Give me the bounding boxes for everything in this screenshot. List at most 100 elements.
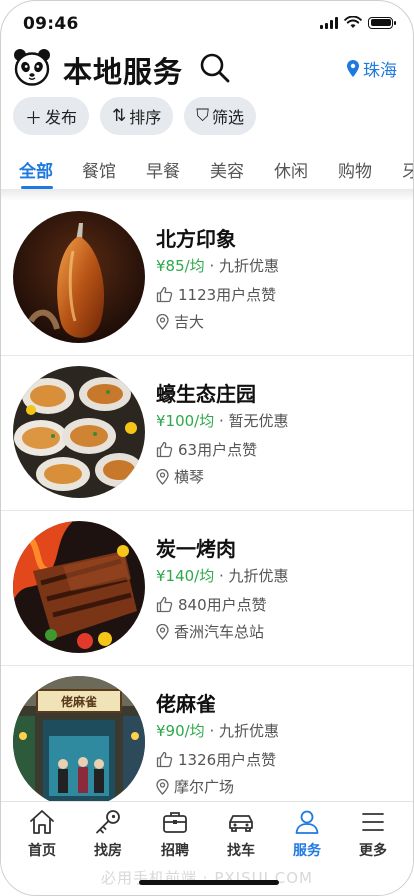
listing-location: 吉大 [174,313,205,331]
thumbs-up-icon [156,441,173,458]
nav-jobs[interactable]: 招聘 [142,808,208,860]
store-sign: 佬麻雀 [60,695,97,709]
separator: · [204,722,219,740]
map-pin-icon [156,468,169,485]
battery-icon [368,16,396,29]
list-item[interactable]: 炭一烤肉 ¥140/均 · 九折优惠 840用户点赞 香洲汽车总站 [1,511,413,666]
listing-price: ¥100/均 [156,412,215,430]
separator: · [214,412,229,430]
signal-icon [320,16,338,29]
listing-offer: 暂无优惠 [228,412,289,430]
likes-row: 63用户点赞 [156,436,289,463]
publish-button[interactable]: ＋ 发布 [13,97,90,135]
price-line: ¥100/均 · 暂无优惠 [156,410,289,436]
tab-leisure[interactable]: 休闲 [274,157,308,182]
map-pin-icon [156,313,169,330]
listing-likes: 840用户点赞 [178,596,267,614]
price-line: ¥90/均 · 九折优惠 [156,720,279,746]
phone-frame: 09:46 本地服务 珠海 ＋ 发布 ⇅ 排序 ⛉ 筛选 全部 餐馆 早餐 美容… [0,0,414,896]
thumbs-up-icon [156,751,173,768]
likes-row: 1123用户点赞 [156,281,279,308]
location-selector[interactable]: 珠海 [347,56,397,81]
likes-row: 1326用户点赞 [156,746,279,773]
nav-find-car[interactable]: 找车 [208,808,274,860]
location-row: 香洲汽车总站 [156,618,289,645]
nav-services[interactable]: 服务 [274,808,340,860]
person-icon [295,810,319,834]
page-title: 本地服务 [63,55,184,89]
listing-likes: 63用户点赞 [178,441,258,459]
panda-logo-icon [14,49,50,86]
action-pills: ＋ 发布 ⇅ 排序 ⛉ 筛选 [13,97,257,135]
list-item[interactable]: 北方印象 ¥85/均 · 九折优惠 1123用户点赞 吉大 [1,201,413,356]
briefcase-icon [163,812,187,833]
nav-find-house-label: 找房 [94,843,122,859]
tab-all[interactable]: 全部 [19,157,53,182]
car-icon [229,815,253,832]
listing-location: 横琴 [174,468,205,486]
app-header: 本地服务 珠海 [1,45,413,91]
tabs-divider [1,189,413,201]
location-label: 珠海 [363,61,397,81]
listing-likes: 1123用户点赞 [178,286,277,304]
storefront-photo: 佬麻雀 [13,676,145,808]
listing-info: 蠔生态庄园 ¥100/均 · 暂无优惠 63用户点赞 横琴 [156,378,289,490]
separator: · [204,257,219,275]
search-icon[interactable] [199,52,231,84]
filter-icon: ⛉ [196,106,210,126]
listing-name: 炭一烤肉 [156,537,236,561]
location-row: 横琴 [156,463,289,490]
listing-location: 香洲汽车总站 [174,623,265,641]
listing-offer: 九折优惠 [219,722,280,740]
nav-home[interactable]: 首页 [9,808,75,860]
map-pin-icon [156,778,169,795]
status-icons [320,16,396,29]
listing-location: 摩尔广场 [174,778,235,796]
thumbs-up-icon [156,286,173,303]
nav-more-label: 更多 [359,843,387,859]
location-row: 吉大 [156,308,279,335]
tab-restaurant[interactable]: 餐馆 [82,157,116,182]
nav-find-house[interactable]: 找房 [75,808,141,860]
nav-jobs-label: 招聘 [161,843,189,859]
status-time: 09:46 [23,14,79,34]
grilled-meat-photo [13,521,145,653]
price-line: ¥85/均 · 九折优惠 [156,255,279,281]
likes-row: 840用户点赞 [156,591,289,618]
listing-price: ¥85/均 [156,257,205,275]
location-row: 摩尔广场 [156,773,279,800]
tab-dental[interactable]: 牙 [402,157,413,182]
home-icon [30,810,54,834]
roast-duck-photo [13,211,145,343]
list-item[interactable]: 蠔生态庄园 ¥100/均 · 暂无优惠 63用户点赞 横琴 [1,356,413,511]
listing-price: ¥90/均 [156,722,205,740]
menu-icon [362,813,384,831]
tab-shopping[interactable]: 购物 [338,157,372,182]
key-icon [96,810,120,834]
tab-beauty[interactable]: 美容 [210,157,244,182]
sort-label: 排序 [129,108,162,127]
thumbs-up-icon [156,596,173,613]
price-line: ¥140/均 · 九折优惠 [156,565,289,591]
filter-label: 筛选 [212,108,245,127]
filter-button[interactable]: ⛉ 筛选 [184,97,257,135]
list-item[interactable]: 佬麻雀 佬麻雀 ¥90/均 · 九折优惠 1326用户点赞 摩尔广场 [1,666,413,821]
listing-name: 佬麻雀 [156,692,216,716]
sort-button[interactable]: ⇅ 排序 [100,97,174,135]
status-bar: 09:46 [1,1,413,45]
listing-info: 炭一烤肉 ¥140/均 · 九折优惠 840用户点赞 香洲汽车总站 [156,533,289,645]
nav-more[interactable]: 更多 [340,808,406,860]
listing-price: ¥140/均 [156,567,215,585]
nav-find-car-label: 找车 [227,843,255,859]
listing-info: 佬麻雀 ¥90/均 · 九折优惠 1326用户点赞 摩尔广场 [156,688,279,800]
nav-home-label: 首页 [28,843,56,859]
listing-name: 北方印象 [156,227,236,251]
separator: · [214,567,229,585]
listing-offer: 九折优惠 [219,257,280,275]
listing-name: 蠔生态庄园 [156,382,256,406]
tab-breakfast[interactable]: 早餐 [146,157,180,182]
listing-offer: 九折优惠 [228,567,289,585]
plus-icon: ＋ [25,108,42,129]
category-tabs: 全部 餐馆 早餐 美容 休闲 购物 牙 [1,149,413,189]
nav-services-label: 服务 [293,843,321,859]
